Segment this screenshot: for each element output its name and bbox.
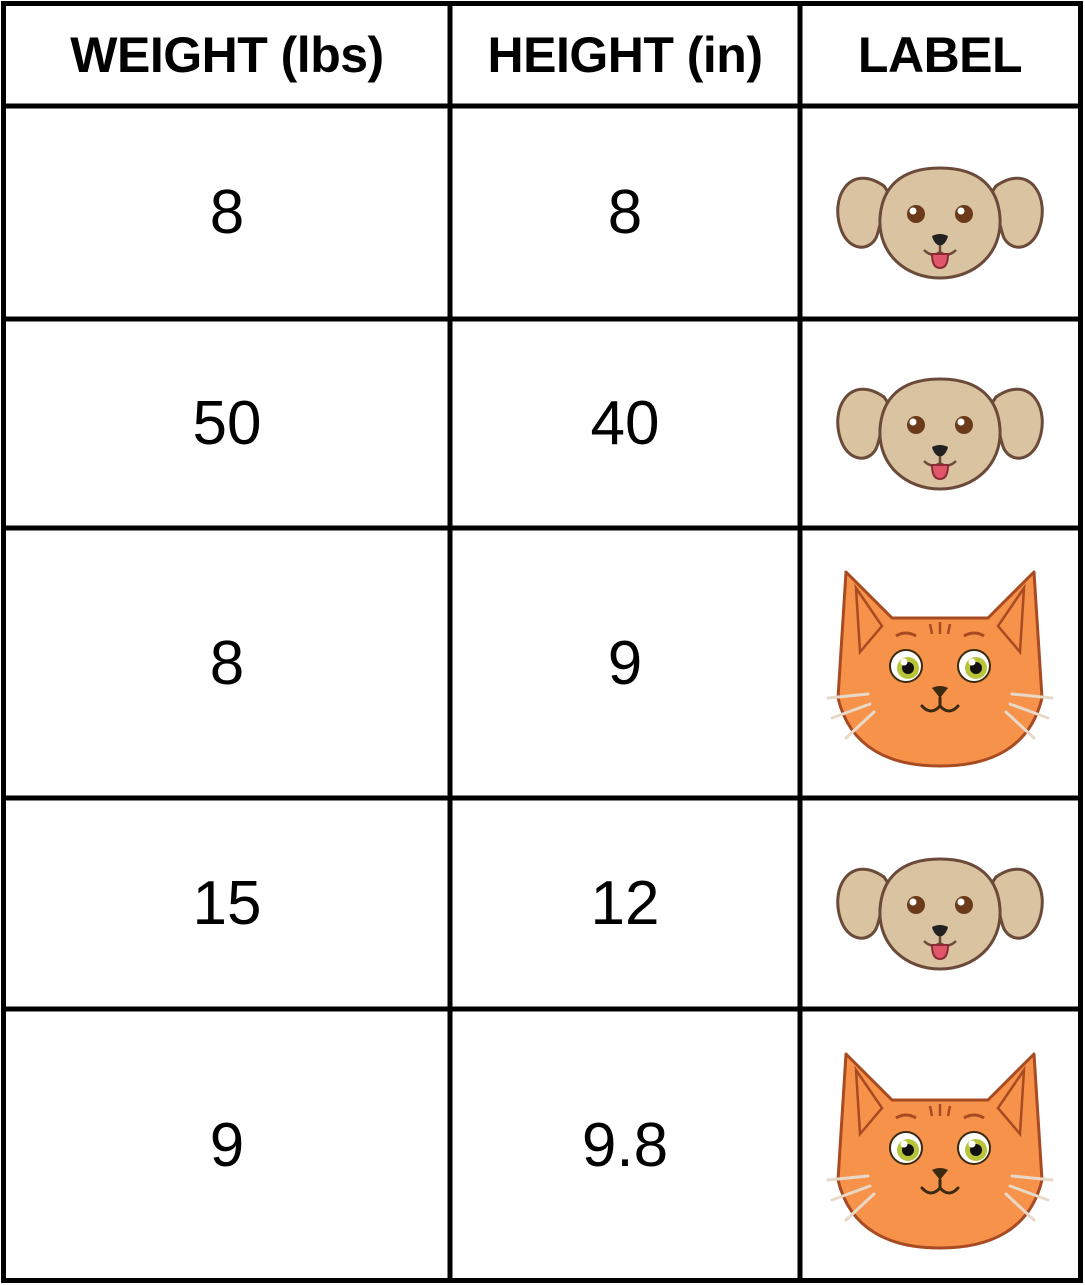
data-table: WEIGHT (lbs) HEIGHT (in) LABEL 8 8 50 40 [0, 0, 1085, 1285]
cell-height-row-1: 8 [607, 178, 643, 247]
cell-weight-row-2: 50 [192, 389, 262, 458]
cat-face-icon [802, 530, 1078, 796]
cell-height-row-4: 12 [590, 869, 660, 938]
cat-face-icon [802, 1011, 1078, 1279]
dog-face-icon [802, 800, 1078, 1007]
cell-weight-row-5: 9 [209, 1110, 245, 1180]
dog-face-icon [802, 108, 1078, 317]
cell-height-row-5: 9.8 [581, 1110, 669, 1180]
header-height: HEIGHT (in) [487, 27, 763, 83]
cell-weight-row-1: 8 [209, 178, 245, 247]
header-weight: WEIGHT (lbs) [70, 27, 384, 83]
cell-height-row-2: 40 [590, 389, 660, 458]
cell-height-row-3: 9 [607, 628, 643, 698]
header-label: LABEL [857, 27, 1023, 83]
dog-face-icon [802, 321, 1078, 526]
cell-weight-row-3: 8 [209, 628, 245, 698]
cell-weight-row-4: 15 [192, 869, 262, 938]
